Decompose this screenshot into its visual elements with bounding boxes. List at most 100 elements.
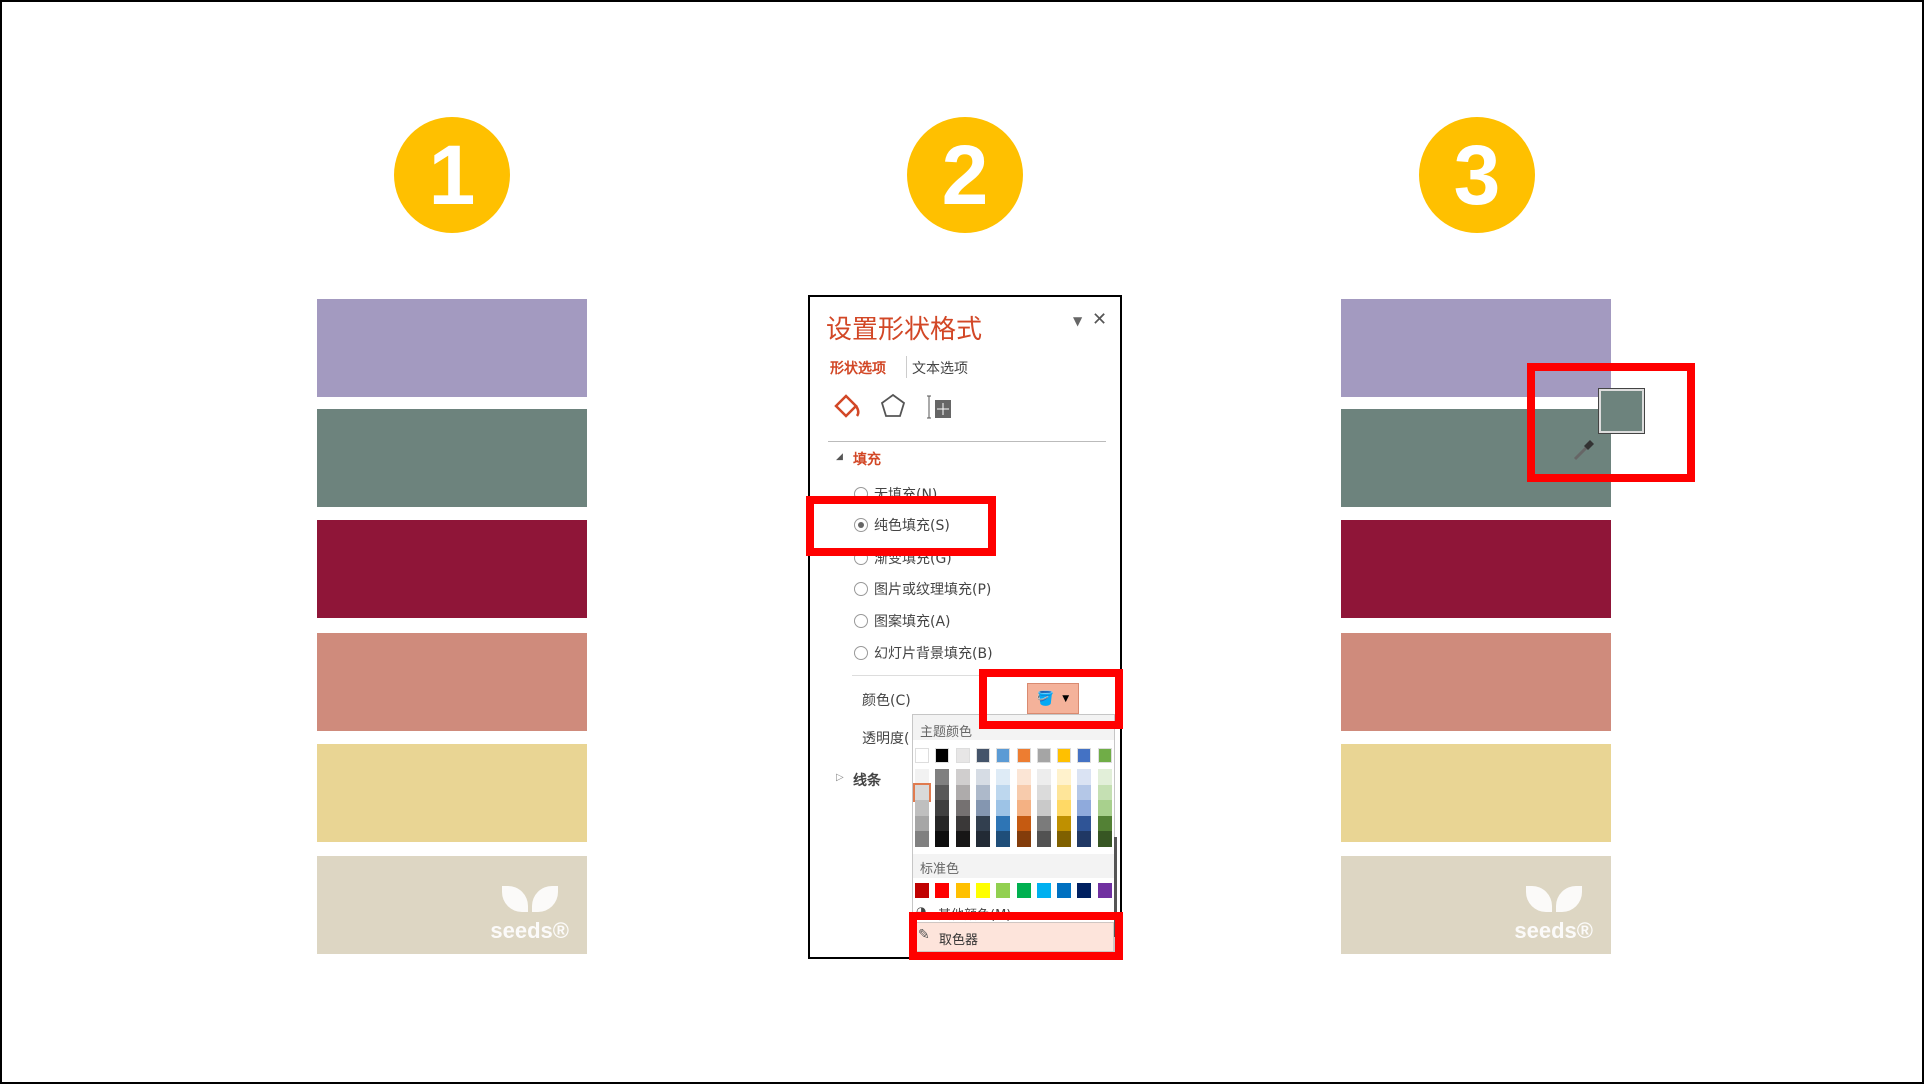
theme-color-swatch[interactable] — [955, 748, 970, 763]
shade-swatch[interactable] — [915, 815, 929, 832]
theme-color-swatch[interactable] — [1057, 748, 1072, 763]
shade-swatch[interactable] — [1077, 784, 1092, 801]
shade-swatch[interactable] — [975, 784, 990, 801]
step-2-badge: 2 — [907, 117, 1023, 233]
color-swatch — [317, 633, 587, 731]
shade-swatch[interactable] — [996, 831, 1011, 847]
fill-option-label[interactable]: 图案填充(A) — [874, 611, 951, 631]
shade-swatch[interactable] — [955, 815, 970, 832]
color-swatch — [317, 299, 587, 397]
seeds-logo: seeds® — [490, 882, 569, 944]
shade-swatch[interactable] — [1097, 769, 1112, 785]
shade-swatch[interactable] — [996, 784, 1011, 801]
shade-swatch[interactable] — [1057, 831, 1072, 847]
fill-option-radio[interactable] — [854, 646, 868, 660]
theme-color-swatch[interactable] — [1077, 748, 1092, 763]
panel-options-dropdown-icon[interactable]: ▼ — [1073, 314, 1082, 328]
shade-swatch[interactable] — [1016, 784, 1031, 801]
tab-shape-options[interactable]: 形状选项 — [830, 358, 886, 378]
theme-color-swatch[interactable] — [915, 748, 929, 763]
standard-color-swatch[interactable] — [1036, 883, 1051, 898]
shade-swatch[interactable] — [1097, 815, 1112, 832]
shade-swatch[interactable] — [935, 831, 950, 847]
shade-swatch[interactable] — [1097, 831, 1112, 847]
fill-option-label[interactable]: 幻灯片背景填充(B) — [874, 643, 993, 663]
shade-swatch[interactable] — [935, 784, 950, 801]
shade-swatch[interactable] — [1036, 784, 1051, 801]
shade-swatch[interactable] — [1016, 815, 1031, 832]
standard-color-swatch[interactable] — [1016, 883, 1031, 898]
close-icon[interactable]: ✕ — [1092, 309, 1107, 330]
shade-swatch[interactable] — [975, 831, 990, 847]
standard-color-swatch[interactable] — [915, 883, 929, 898]
shade-swatch[interactable] — [1077, 815, 1092, 832]
shade-swatch[interactable] — [1036, 769, 1051, 785]
shade-swatch[interactable] — [975, 800, 990, 816]
shade-swatch[interactable] — [955, 800, 970, 816]
fill-option-radio[interactable] — [854, 582, 868, 596]
color-swatch: seeds® — [1341, 856, 1611, 954]
color-swatch — [1341, 633, 1611, 731]
standard-color-swatch[interactable] — [955, 883, 970, 898]
standard-color-swatch[interactable] — [975, 883, 990, 898]
shade-swatch[interactable] — [1016, 800, 1031, 816]
shade-swatch[interactable] — [1077, 769, 1092, 785]
shade-swatch[interactable] — [1036, 831, 1051, 847]
shade-swatch[interactable] — [915, 769, 929, 785]
leaf-icon — [1525, 882, 1582, 922]
expand-line-icon[interactable]: ▷ — [836, 772, 844, 783]
effects-pentagon-icon[interactable] — [879, 392, 907, 420]
shade-swatch[interactable] — [955, 784, 970, 801]
standard-color-swatch[interactable] — [996, 883, 1011, 898]
size-properties-icon[interactable] — [927, 394, 953, 420]
transparency-label: 透明度( — [862, 731, 910, 747]
shade-swatch[interactable] — [1016, 831, 1031, 847]
theme-color-swatch[interactable] — [935, 748, 950, 763]
shade-swatch[interactable] — [913, 782, 931, 803]
shade-swatch[interactable] — [955, 769, 970, 785]
fill-section-header[interactable]: 填充 — [853, 449, 881, 469]
tab-text-options[interactable]: 文本选项 — [912, 358, 968, 378]
shade-swatch[interactable] — [1036, 815, 1051, 832]
shade-swatch[interactable] — [935, 815, 950, 832]
shade-swatch[interactable] — [935, 769, 950, 785]
collapse-fill-icon[interactable]: ◢ — [836, 452, 843, 462]
shade-swatch[interactable] — [975, 769, 990, 785]
standard-color-swatch[interactable] — [1077, 883, 1092, 898]
shade-swatch[interactable] — [1097, 784, 1112, 801]
shade-swatch[interactable] — [1097, 800, 1112, 816]
shade-swatch[interactable] — [1057, 800, 1072, 816]
shade-swatch[interactable] — [996, 769, 1011, 785]
fill-line-icon[interactable] — [832, 392, 862, 420]
shade-swatch[interactable] — [1057, 784, 1072, 801]
standard-color-swatch[interactable] — [935, 883, 950, 898]
shade-swatch[interactable] — [996, 815, 1011, 832]
shade-swatch[interactable] — [975, 815, 990, 832]
theme-color-swatch[interactable] — [1097, 748, 1112, 763]
shade-swatch[interactable] — [915, 800, 929, 816]
shade-swatch[interactable] — [996, 800, 1011, 816]
theme-color-swatch[interactable] — [975, 748, 990, 763]
standard-color-swatch[interactable] — [1097, 883, 1112, 898]
shade-swatch[interactable] — [1057, 815, 1072, 832]
theme-color-swatch[interactable] — [1016, 748, 1031, 763]
color-label: 颜色(C) — [862, 693, 911, 709]
standard-color-swatch[interactable] — [1057, 883, 1072, 898]
shade-swatch[interactable] — [935, 800, 950, 816]
shade-swatch[interactable] — [1036, 800, 1051, 816]
shade-swatch[interactable] — [955, 831, 970, 847]
standard-colors-label: 标准色 — [920, 862, 960, 877]
shade-swatch[interactable] — [1057, 769, 1072, 785]
shade-swatch[interactable] — [915, 831, 929, 847]
step-3-badge: 3 — [1419, 117, 1535, 233]
tab-divider — [906, 356, 907, 378]
shade-swatch[interactable] — [1077, 831, 1092, 847]
line-section-header[interactable]: 线条 — [853, 770, 881, 790]
fill-option-radio[interactable] — [854, 614, 868, 628]
theme-color-swatch[interactable] — [996, 748, 1011, 763]
fill-option-label[interactable]: 图片或纹理填充(P) — [874, 579, 991, 599]
shade-swatch[interactable] — [1016, 769, 1031, 785]
theme-color-swatch[interactable] — [1036, 748, 1051, 763]
shade-swatch[interactable] — [1077, 800, 1092, 816]
leaf-icon — [501, 882, 558, 922]
